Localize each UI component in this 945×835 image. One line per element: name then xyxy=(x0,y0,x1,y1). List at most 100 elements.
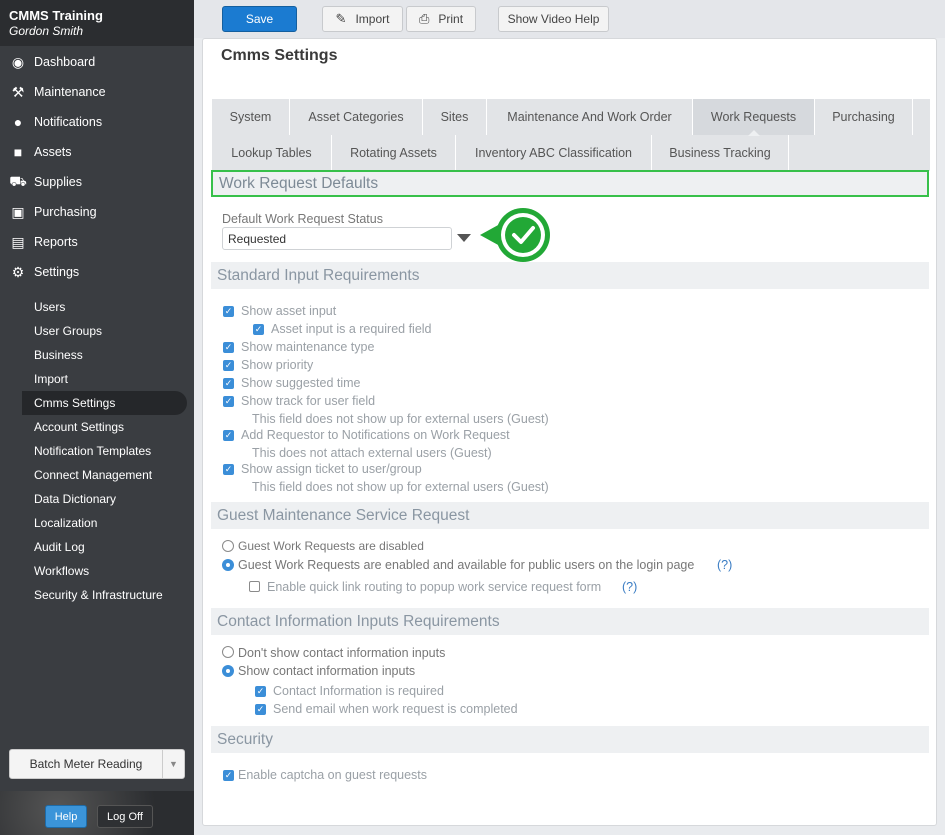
user-name: Gordon Smith xyxy=(9,24,84,38)
logoff-button[interactable]: Log Off xyxy=(97,805,153,828)
subnav-item-connect-management[interactable]: Connect Management xyxy=(0,463,187,487)
subnav-item-users[interactable]: Users xyxy=(0,295,187,319)
help-link[interactable]: (?) xyxy=(622,580,637,594)
show-asset-input-checkbox[interactable]: ✓ xyxy=(223,306,234,317)
nav-item-maintenance[interactable]: ⚒ Maintenance xyxy=(0,77,194,107)
label: Don't show contact information inputs xyxy=(238,646,446,660)
subnav-item-workflows[interactable]: Workflows xyxy=(0,559,187,583)
box-icon: ■ xyxy=(13,144,23,160)
subnav-item-data-dictionary[interactable]: Data Dictionary xyxy=(0,487,187,511)
label: Show contact information inputs xyxy=(238,664,416,678)
show-assign-ticket-checkbox[interactable]: ✓ xyxy=(223,464,234,475)
subnav-item-security[interactable]: Security & Infrastructure xyxy=(0,583,187,607)
hint: This does not attach external users (Gue… xyxy=(252,446,492,460)
page-title: Cmms Settings xyxy=(221,47,338,64)
subnav-item-user-groups[interactable]: User Groups xyxy=(0,319,187,343)
label: Show track for user field xyxy=(241,394,376,408)
nav-item-dashboard[interactable]: ◉ Dashboard xyxy=(0,47,194,77)
label: Send email when work request is complete… xyxy=(273,702,518,716)
print-label: Print xyxy=(438,12,464,26)
chat-bubble-icon: ● xyxy=(13,114,23,130)
subnav-item-account-settings[interactable]: Account Settings xyxy=(0,415,187,439)
label: Show assign ticket to user/group xyxy=(241,462,422,476)
batch-label: Batch Meter Reading xyxy=(29,757,143,771)
label: Add Requestor to Notifications on Work R… xyxy=(241,428,510,442)
nav-label: Purchasing xyxy=(34,205,97,219)
help-link[interactable]: (?) xyxy=(717,558,732,572)
tab-content: Work Request Defaults Default Work Reque… xyxy=(211,170,931,820)
tab-rotating-assets[interactable]: Rotating Assets xyxy=(332,135,456,171)
tab-business-tracking[interactable]: Business Tracking xyxy=(652,135,789,171)
nav-label: Dashboard xyxy=(34,55,96,69)
hint: This field does not show up for external… xyxy=(252,480,549,494)
subnav-item-cmms-settings[interactable]: Cmms Settings xyxy=(22,391,187,415)
nav-item-assets[interactable]: ■ Assets xyxy=(0,137,194,167)
show-maintenance-type-checkbox[interactable]: ✓ xyxy=(223,342,234,353)
section-contact-info: Contact Information Inputs Requirements xyxy=(211,608,929,635)
batch-meter-reading-button[interactable]: Batch Meter Reading ▼ xyxy=(9,749,185,779)
status-dropdown-arrow-icon[interactable] xyxy=(457,234,471,242)
asset-required-checkbox[interactable]: ✓ xyxy=(253,324,264,335)
nav-label: Maintenance xyxy=(34,85,106,99)
chart-icon: ▤ xyxy=(11,233,25,250)
nav-label: Supplies xyxy=(34,175,82,189)
tab-label: Work Requests xyxy=(710,110,797,124)
quick-link-checkbox[interactable] xyxy=(249,581,260,592)
default-status-select[interactable]: Requested xyxy=(222,227,452,250)
tab-inventory-abc[interactable]: Inventory ABC Classification xyxy=(456,135,652,171)
show-video-help-button[interactable]: Show Video Help xyxy=(498,6,609,32)
truck-icon: ⛟ xyxy=(9,172,27,189)
tools-icon: ⚒ xyxy=(11,83,25,100)
tab-system[interactable]: System xyxy=(212,99,290,135)
guest-enabled-radio[interactable] xyxy=(222,559,234,571)
chevron-down-icon[interactable]: ▼ xyxy=(162,750,184,778)
import-button[interactable]: ✎ Import xyxy=(322,6,403,32)
nav-item-notifications[interactable]: ● Notifications xyxy=(0,107,194,137)
main-nav: ◉ Dashboard ⚒ Maintenance ● Notifications ■… xyxy=(0,46,194,287)
add-requestor-checkbox[interactable]: ✓ xyxy=(223,430,234,441)
print-icon: ⎙ xyxy=(418,11,430,26)
subnav-item-audit-log[interactable]: Audit Log xyxy=(0,535,187,559)
show-contact-radio[interactable] xyxy=(222,665,234,677)
help-button[interactable]: Help xyxy=(45,805,87,828)
app-name: CMMS Training xyxy=(9,8,103,23)
show-track-user-checkbox[interactable]: ✓ xyxy=(223,396,234,407)
label: Guest Work Requests are enabled and avai… xyxy=(238,558,695,572)
label: Show maintenance type xyxy=(241,340,375,354)
tab-maintenance-work-order[interactable]: Maintenance And Work Order xyxy=(487,99,693,135)
hint: This field does not show up for external… xyxy=(252,412,549,426)
dont-show-contact-radio[interactable] xyxy=(222,646,234,658)
subnav-item-notification-templates[interactable]: Notification Templates xyxy=(0,439,187,463)
print-button[interactable]: ⎙ Print xyxy=(406,6,476,32)
label: Enable captcha on guest requests xyxy=(238,768,428,782)
section-security: Security xyxy=(211,726,929,753)
show-priority-checkbox[interactable]: ✓ xyxy=(223,360,234,371)
default-status-label: Default Work Request Status xyxy=(222,212,383,226)
guest-disabled-radio[interactable] xyxy=(222,540,234,552)
contact-required-checkbox[interactable]: ✓ xyxy=(255,686,266,697)
label: Asset input is a required field xyxy=(271,322,432,336)
tab-lookup-tables[interactable]: Lookup Tables xyxy=(212,135,332,171)
label: Enable quick link routing to popup work … xyxy=(267,580,602,594)
save-button[interactable]: Save xyxy=(222,6,297,32)
subnav-item-import[interactable]: Import xyxy=(0,367,187,391)
label: Show suggested time xyxy=(241,376,361,390)
subnav-item-business[interactable]: Business xyxy=(0,343,187,367)
settings-subnav: Users User Groups Business Import Cmms S… xyxy=(0,295,194,607)
nav-item-reports[interactable]: ▤ Reports xyxy=(0,227,194,257)
nav-label: Settings xyxy=(34,265,80,279)
captcha-checkbox[interactable]: ✓ xyxy=(223,770,234,781)
send-email-checkbox[interactable]: ✓ xyxy=(255,704,266,715)
nav-item-supplies[interactable]: ⛟ Supplies xyxy=(0,167,194,197)
app-header: CMMS Training Gordon Smith xyxy=(0,0,194,46)
tab-sites[interactable]: Sites xyxy=(423,99,487,135)
nav-item-settings[interactable]: ⚙ Settings xyxy=(0,257,194,287)
nav-label: Assets xyxy=(34,145,72,159)
show-suggested-time-checkbox[interactable]: ✓ xyxy=(223,378,234,389)
tab-work-requests[interactable]: Work Requests xyxy=(693,99,815,136)
nav-item-purchasing[interactable]: ▣ Purchasing xyxy=(0,197,194,227)
tab-purchasing[interactable]: Purchasing xyxy=(815,99,913,135)
tab-asset-categories[interactable]: Asset Categories xyxy=(290,99,423,135)
label: Contact Information is required xyxy=(273,684,444,698)
subnav-item-localization[interactable]: Localization xyxy=(0,511,187,535)
